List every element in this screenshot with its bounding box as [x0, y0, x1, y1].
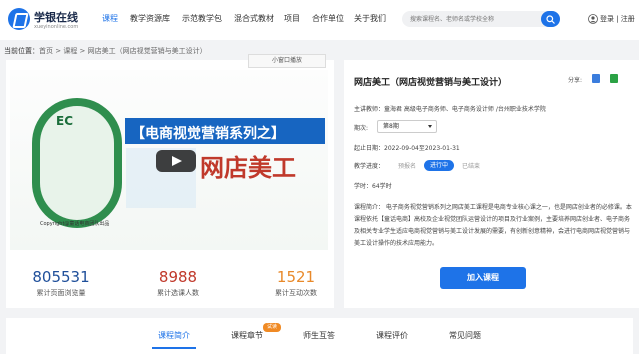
logo-title[interactable]: 学银在线 — [34, 9, 78, 25]
active-tab-indicator — [152, 347, 196, 349]
stat-label: 累计互动次数 — [275, 289, 317, 297]
progress-pre-enroll: 预报名 — [398, 163, 417, 170]
teacher-info: 主讲教师：童海君 高级电子商务师、电子商务设计师 /台州职业技术学院 — [354, 106, 546, 113]
search-button[interactable] — [541, 11, 560, 27]
stat-page-views: 805531 累计页面浏览量 — [6, 268, 116, 298]
course-intro: 课程简介： 电子商务视觉营销系列之网店美工课程是电商专业核心课之一，也是网店创业… — [354, 204, 632, 247]
logo-icon[interactable] — [8, 8, 30, 30]
term-label: 期次: — [354, 125, 369, 132]
stat-number: 805531 — [32, 268, 90, 286]
play-button[interactable] — [156, 150, 196, 172]
progress-label: 教学进度： — [354, 163, 385, 170]
progress-in-progress: 进行中 — [424, 160, 454, 171]
join-course-button[interactable]: 加入课程 — [440, 267, 526, 289]
progress-ended: 已结束 — [462, 163, 481, 170]
stat-number: 1521 — [276, 268, 316, 286]
course-hours: 学时：64学时 — [354, 183, 392, 190]
mini-window-button[interactable]: 小窗口播放 — [248, 54, 326, 68]
stat-label: 累计页面浏览量 — [36, 289, 86, 297]
video-ec-text: EC — [56, 114, 74, 128]
share-qq-icon[interactable] — [592, 74, 600, 83]
tab-chapters[interactable]: 课程章节 — [231, 330, 263, 341]
breadcrumb: 当前位置：首页 > 课程 > 网店美工（网店视觉营销与美工设计） — [4, 46, 207, 56]
stat-number: 8988 — [158, 268, 198, 286]
search-icon — [546, 15, 555, 24]
video-banner: 【电商视觉营销系列之】 — [125, 118, 325, 144]
trial-badge: 试读 — [263, 323, 281, 332]
nav-item-teaching-packages[interactable]: 示范教学包 — [182, 13, 222, 24]
nav-item-partners[interactable]: 合作单位 — [312, 13, 344, 24]
search-box — [402, 11, 560, 27]
nav-item-about[interactable]: 关于我们 — [354, 13, 386, 24]
user-icon[interactable] — [588, 14, 598, 24]
course-dates: 起止日期：2022-09-04至2023-01-31 — [354, 145, 460, 152]
nav-item-textbooks[interactable]: 混合式教材 — [234, 13, 274, 24]
nav-item-resource-library[interactable]: 教学资源库 — [130, 13, 170, 24]
tab-faq[interactable]: 常见问题 — [449, 330, 481, 341]
video-copyright: Copyright@童话电商团队出品 — [40, 221, 110, 227]
video-banner-text: 【电商视觉营销系列之】 — [131, 126, 285, 142]
stat-enrollments: 8988 累计选课人数 — [118, 268, 238, 298]
nav-item-courses[interactable]: 课程 — [102, 13, 118, 24]
breadcrumb-label: 当前位置： — [4, 47, 39, 55]
logo-subtitle: xueyinonline.com — [34, 24, 79, 30]
share-label: 分享: — [568, 77, 583, 84]
search-input[interactable] — [410, 14, 535, 24]
video-badge-inner — [40, 106, 114, 220]
course-title: 网店美工（网店视觉营销与美工设计） — [354, 78, 508, 88]
stat-interactions: 1521 累计互动次数 — [236, 268, 356, 298]
stat-label: 累计选课人数 — [157, 289, 199, 297]
share-wechat-icon[interactable] — [610, 74, 618, 83]
nav-item-projects[interactable]: 项目 — [284, 13, 300, 24]
video-title-text: 网店美工 — [200, 153, 296, 182]
tab-qa[interactable]: 师生互答 — [303, 330, 335, 341]
login-register-link[interactable]: 登录 | 注册 — [600, 14, 635, 24]
term-select[interactable]: 第8期 — [377, 120, 437, 133]
tab-course-intro[interactable]: 课程简介 — [158, 330, 190, 341]
breadcrumb-path[interactable]: 首页 > 课程 > 网店美工（网店视觉营销与美工设计） — [39, 47, 207, 55]
tab-reviews[interactable]: 课程评价 — [376, 330, 408, 341]
